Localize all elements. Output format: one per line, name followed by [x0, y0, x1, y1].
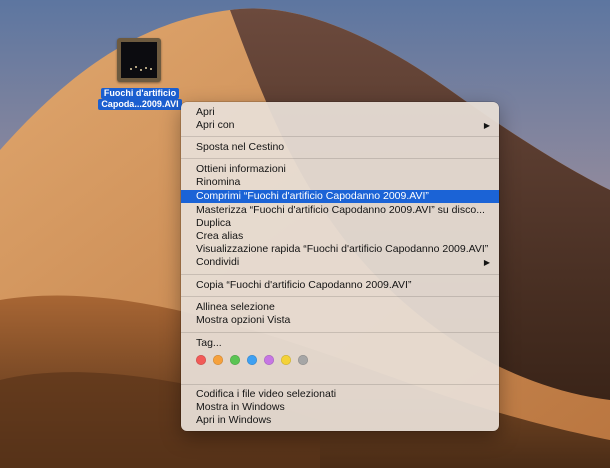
menu-item-open-in-windows[interactable]: Apri in Windows: [181, 414, 499, 427]
menu-item-open-with[interactable]: Apri con ▶: [181, 119, 499, 132]
menu-item-label: Rinomina: [196, 176, 241, 188]
menu-item-label: Apri in Windows: [196, 414, 272, 426]
menu-separator: [181, 136, 499, 137]
menu-item-tags[interactable]: Tag...: [181, 337, 499, 350]
menu-item-duplicate[interactable]: Duplica: [181, 217, 499, 230]
menu-item-quick-look[interactable]: Visualizzazione rapida “Fuochi d'artific…: [181, 243, 499, 256]
desktop-file-icon[interactable]: Fuochi d'artificio Capoda...2009.AVI: [97, 34, 183, 114]
menu-item-compress[interactable]: Comprimi “Fuochi d'artificio Capodanno 2…: [181, 190, 499, 203]
tag-orange-dot[interactable]: [213, 355, 223, 365]
menu-item-label: Copia “Fuochi d'artificio Capodanno 2009…: [196, 279, 412, 291]
menu-separator: [181, 384, 499, 385]
menu-item-show-in-windows[interactable]: Mostra in Windows: [181, 401, 499, 414]
tag-red-dot[interactable]: [196, 355, 206, 365]
menu-item-label: Sposta nel Cestino: [196, 141, 285, 153]
menu-item-burn-to-disc[interactable]: Masterizza “Fuochi d'artificio Capodanno…: [181, 204, 499, 217]
tag-purple-dot[interactable]: [264, 355, 274, 365]
menu-item-move-to-trash[interactable]: Sposta nel Cestino: [181, 141, 499, 154]
menu-item-show-view-options[interactable]: Mostra opzioni Vista: [181, 314, 499, 327]
menu-item-copy[interactable]: Copia “Fuochi d'artificio Capodanno 2009…: [181, 279, 499, 292]
menu-item-label: Comprimi “Fuochi d'artificio Capodanno 2…: [196, 190, 429, 202]
menu-item-get-info[interactable]: Ottieni informazioni: [181, 163, 499, 176]
menu-item-rename[interactable]: Rinomina: [181, 176, 499, 189]
tag-gray-dot[interactable]: [298, 355, 308, 365]
menu-item-label: Condividi: [196, 256, 240, 268]
menu-item-label: Duplica: [196, 217, 232, 229]
tag-green-dot[interactable]: [230, 355, 240, 365]
submenu-arrow-icon: ▶: [483, 121, 490, 130]
tag-blue-dot[interactable]: [247, 355, 257, 365]
menu-item-label: Mostra in Windows: [196, 401, 285, 413]
video-thumbnail-icon[interactable]: [117, 38, 161, 82]
menu-item-label: Visualizzazione rapida “Fuochi d'artific…: [196, 243, 489, 255]
menu-item-make-alias[interactable]: Crea alias: [181, 230, 499, 243]
menu-item-share[interactable]: Condividi ▶: [181, 256, 499, 269]
menu-separator: [181, 158, 499, 159]
tag-yellow-dot[interactable]: [281, 355, 291, 365]
menu-separator: [181, 274, 499, 275]
submenu-arrow-icon: ▶: [483, 258, 490, 267]
file-name-label[interactable]: Fuochi d'artificio Capoda...2009.AVI: [97, 88, 183, 110]
menu-item-encode-video[interactable]: Codifica i file video selezionati: [181, 388, 499, 401]
menu-item-label: Tag...: [196, 337, 222, 349]
desktop-wallpaper: Fuochi d'artificio Capoda...2009.AVI Apr…: [0, 0, 610, 468]
menu-separator: [181, 296, 499, 297]
menu-separator: [181, 332, 499, 333]
menu-item-label: Mostra opzioni Vista: [196, 314, 291, 326]
menu-item-label: Apri: [196, 106, 215, 118]
menu-item-label: Allinea selezione: [196, 301, 275, 313]
menu-item-label: Apri con: [196, 119, 235, 131]
file-name-line2: Capoda...2009.AVI: [98, 99, 182, 110]
menu-item-label: Crea alias: [196, 230, 244, 242]
menu-item-label: Codifica i file video selezionati: [196, 388, 337, 400]
menu-item-clean-up-selection[interactable]: Allinea selezione: [181, 301, 499, 314]
menu-item-label: Masterizza “Fuochi d'artificio Capodanno…: [196, 204, 485, 216]
file-name-line1: Fuochi d'artificio: [100, 88, 180, 99]
context-menu: Apri Apri con ▶ Sposta nel Cestino Ottien…: [181, 102, 499, 431]
menu-item-label: Ottieni informazioni: [196, 163, 286, 175]
menu-item-open[interactable]: Apri: [181, 106, 499, 119]
